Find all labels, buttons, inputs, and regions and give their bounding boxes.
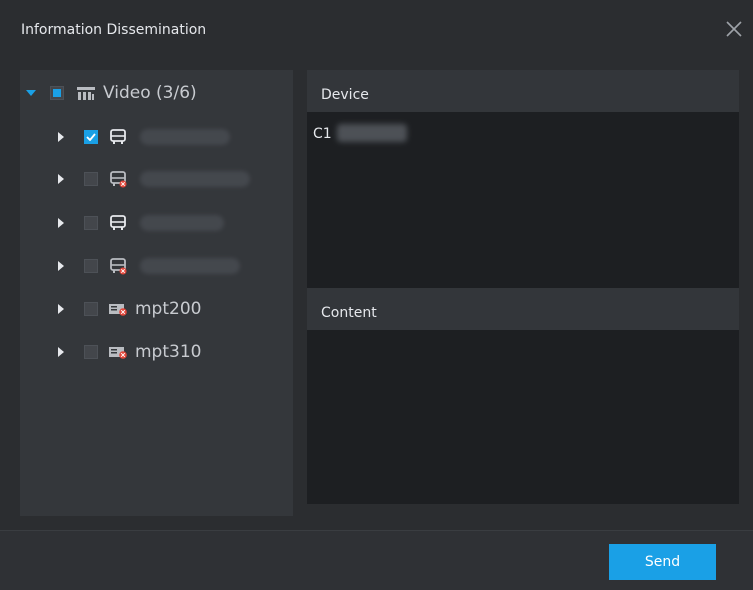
node-checkbox[interactable] <box>84 172 98 186</box>
window-title: Information Dissemination <box>21 22 207 38</box>
redacted-device-name <box>140 215 224 231</box>
caret-down-icon[interactable] <box>24 86 38 100</box>
node-checkbox[interactable] <box>84 302 98 316</box>
caret-right-icon[interactable] <box>54 216 68 230</box>
tree-node-bus-2[interactable] <box>54 165 250 193</box>
device-entry: C1 <box>313 126 332 142</box>
bus-offline-icon <box>108 170 128 188</box>
device-header: Device <box>307 70 739 112</box>
tree-root-node[interactable]: Video (3/6) <box>24 79 197 107</box>
tree-node-mpt310[interactable]: mpt310 <box>54 338 201 366</box>
tree-node-bus-1[interactable] <box>54 123 230 151</box>
device-list[interactable]: C1 <box>307 112 739 288</box>
tree-node-mpt200[interactable]: mpt200 <box>54 295 201 323</box>
caret-right-icon[interactable] <box>54 259 68 273</box>
terminal-offline-icon <box>108 300 128 318</box>
node-checkbox[interactable] <box>84 130 98 144</box>
redacted-device-id <box>337 124 407 142</box>
bus-icon <box>108 128 128 146</box>
redacted-device-name <box>140 171 250 187</box>
caret-right-icon[interactable] <box>54 172 68 186</box>
tree-node-label: mpt200 <box>135 299 202 319</box>
node-checkbox[interactable] <box>84 259 98 273</box>
content-textarea[interactable] <box>307 330 739 504</box>
caret-right-icon[interactable] <box>54 302 68 316</box>
tree-node-bus-3[interactable] <box>54 209 224 237</box>
bus-offline-icon <box>108 257 128 275</box>
terminal-offline-icon <box>108 343 128 361</box>
content-header: Content <box>307 288 739 330</box>
caret-right-icon[interactable] <box>54 345 68 359</box>
video-group-icon <box>76 84 96 102</box>
title-bar: Information Dissemination <box>0 0 753 62</box>
tree-node-label: mpt310 <box>135 342 202 362</box>
redacted-device-name <box>140 129 230 145</box>
root-checkbox[interactable] <box>50 86 64 100</box>
close-icon[interactable] <box>723 18 745 40</box>
node-checkbox[interactable] <box>84 216 98 230</box>
redacted-device-name <box>140 258 240 274</box>
caret-right-icon[interactable] <box>54 130 68 144</box>
send-button[interactable]: Send <box>609 544 716 580</box>
tree-node-bus-4[interactable] <box>54 252 240 280</box>
content-header-label: Content <box>321 305 377 321</box>
device-header-label: Device <box>321 87 369 103</box>
bus-icon <box>108 214 128 232</box>
tree-root-label: Video (3/6) <box>103 83 197 103</box>
node-checkbox[interactable] <box>84 345 98 359</box>
